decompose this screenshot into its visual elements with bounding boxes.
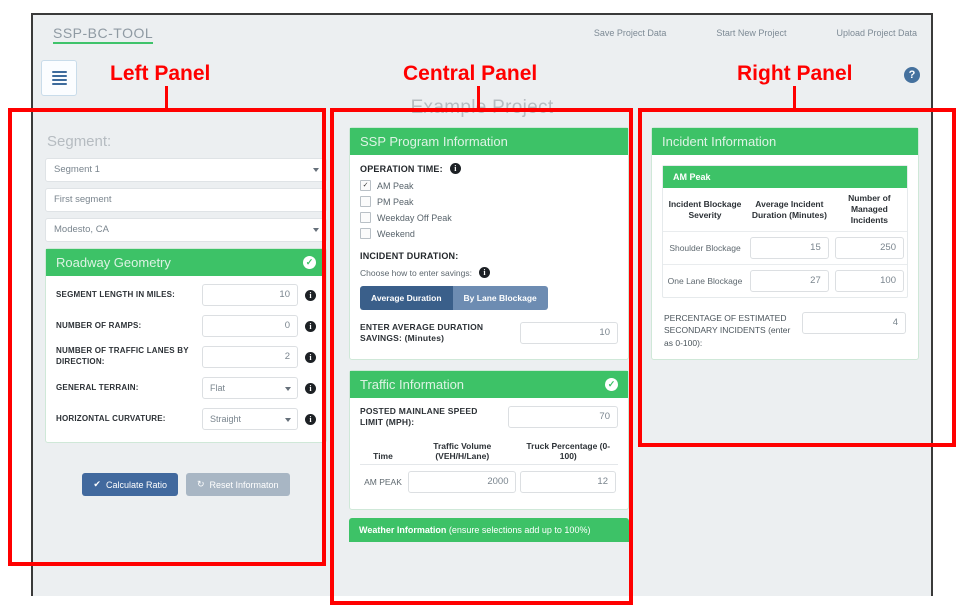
annotation-label-right: Right Panel (737, 62, 853, 85)
annotation-box-right-panel (638, 108, 956, 447)
nav-link-save-project-data[interactable]: Save Project Data (594, 28, 667, 38)
annotation-pointer-center (477, 86, 480, 110)
annotation-pointer-left (165, 86, 168, 110)
annotation-pointer-right (793, 86, 796, 110)
annotation-box-left-panel (8, 108, 326, 566)
hamburger-bar (51, 79, 67, 81)
top-navigation-bar: SSP-BC-TOOL Save Project Data Start New … (33, 15, 931, 53)
annotation-box-central-panel (330, 108, 633, 605)
hamburger-bar (51, 71, 67, 73)
hamburger-bar (51, 83, 67, 85)
annotation-label-left: Left Panel (110, 62, 211, 85)
help-icon[interactable]: ? (904, 67, 920, 83)
nav-link-start-new-project[interactable]: Start New Project (716, 28, 786, 38)
hamburger-icon[interactable] (41, 60, 77, 96)
annotation-label-center: Central Panel (403, 62, 538, 85)
app-brand-logo[interactable]: SSP-BC-TOOL (53, 25, 154, 44)
nav-links: Save Project Data Start New Project Uplo… (594, 28, 917, 38)
hamburger-bar (51, 75, 67, 77)
nav-link-upload-project-data[interactable]: Upload Project Data (836, 28, 917, 38)
